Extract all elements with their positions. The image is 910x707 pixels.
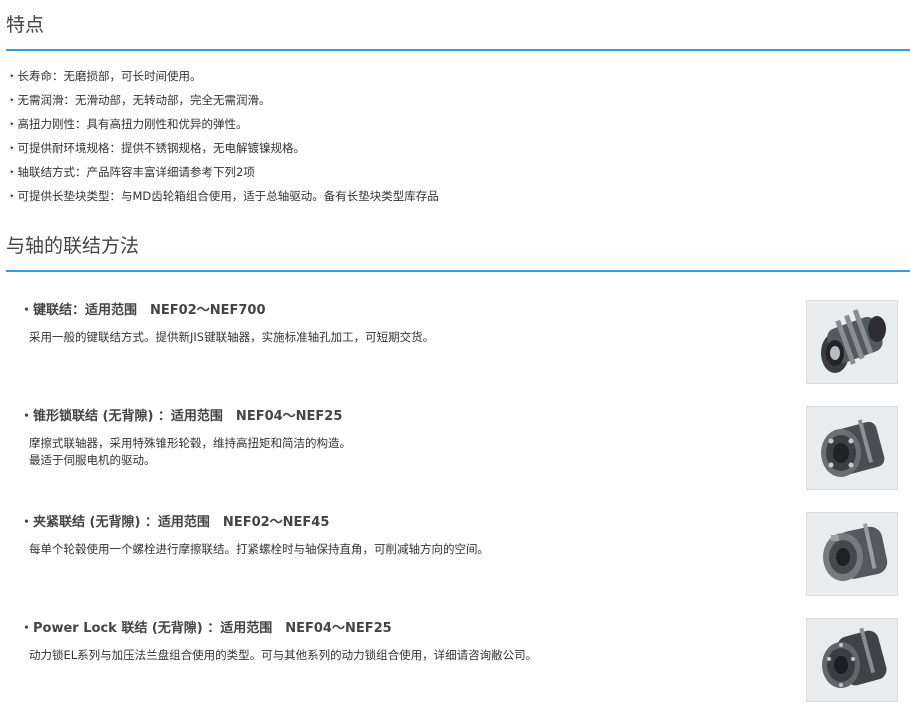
methods-divider	[6, 270, 910, 272]
methods-heading: 与轴的联结方法	[6, 235, 140, 257]
features-divider	[6, 49, 910, 51]
feature-item: ・可提供耐环境规格：提供不锈钢规格，无电解镀镍规格。	[6, 141, 305, 155]
method-key-coupling: ・键联结：适用范围 NEF02～NEF700 采用一般的键联结方式。提供新JIS…	[20, 302, 900, 346]
method-description-line: 采用一般的键联结方式。提供新JIS键联轴器，实施标准轴孔加工，可短期交货。	[29, 330, 435, 344]
method-title: ・键联结：适用范围 NEF02～NEF700	[20, 303, 266, 318]
feature-item: ・高扭力刚性：具有高扭力刚性和优异的弹性。	[6, 117, 248, 131]
method-description: 每单个轮毂使用一个螺栓进行摩擦联结。打紧螺栓时与轴保持直角，可削减轴方向的空间。	[20, 541, 900, 558]
method-description-line: 最适于伺服电机的驱动。	[29, 453, 156, 467]
method-description-line: 每单个轮毂使用一个螺栓进行摩擦联结。打紧螺栓时与轴保持直角，可削减轴方向的空间。	[29, 542, 489, 556]
taper-lock-coupling-photo-icon	[806, 406, 898, 490]
clamp-coupling-photo-icon	[806, 512, 898, 596]
method-description: 摩擦式联轴器，采用特殊锥形轮毂，维持高扭矩和简洁的构造。 最适于伺服电机的驱动。	[20, 435, 900, 469]
method-taper-lock-coupling: ・锥形锁联结 (无背隙) ：适用范围 NEF04～NEF25 摩擦式联轴器，采用…	[20, 408, 900, 469]
method-description-line: 摩擦式联轴器，采用特殊锥形轮毂，维持高扭矩和简洁的构造。	[29, 436, 351, 450]
method-title: ・Power Lock 联结 (无背隙) ：适用范围 NEF04～NEF25	[20, 621, 392, 636]
feature-item: ・可提供长垫块类型：与MD齿轮箱组合使用，适于总轴驱动。备有长垫块类型库存品	[6, 189, 439, 203]
method-clamp-coupling: ・夹紧联结 (无背隙) ：适用范围 NEF02～NEF45 每单个轮毂使用一个螺…	[20, 514, 900, 558]
method-description: 动力锁EL系列与加压法兰盘组合使用的类型。可与其他系列的动力锁组合使用，详细请咨…	[20, 647, 900, 664]
method-title: ・夹紧联结 (无背隙) ：适用范围 NEF02～NEF45	[20, 515, 330, 530]
power-lock-coupling-photo-icon	[806, 618, 898, 702]
method-description-line: 动力锁EL系列与加压法兰盘组合使用的类型。可与其他系列的动力锁组合使用，详细请咨…	[29, 648, 538, 662]
key-coupling-photo-icon	[806, 300, 898, 384]
method-title: ・锥形锁联结 (无背隙) ：适用范围 NEF04～NEF25	[20, 409, 343, 424]
features-heading: 特点	[6, 14, 45, 36]
features-list: ・长寿命：无磨损部，可长时间使用。 ・无需润滑：无滑动部，无转动部，完全无需润滑…	[6, 64, 439, 208]
method-power-lock-coupling: ・Power Lock 联结 (无背隙) ：适用范围 NEF04～NEF25 动…	[20, 620, 900, 664]
feature-item: ・轴联结方式：产品阵容丰富详细请参考下列2项	[6, 165, 255, 179]
method-description: 采用一般的键联结方式。提供新JIS键联轴器，实施标准轴孔加工，可短期交货。	[20, 329, 900, 346]
feature-item: ・无需润滑：无滑动部，无转动部，完全无需润滑。	[6, 93, 271, 107]
feature-item: ・长寿命：无磨损部，可长时间使用。	[6, 69, 202, 83]
